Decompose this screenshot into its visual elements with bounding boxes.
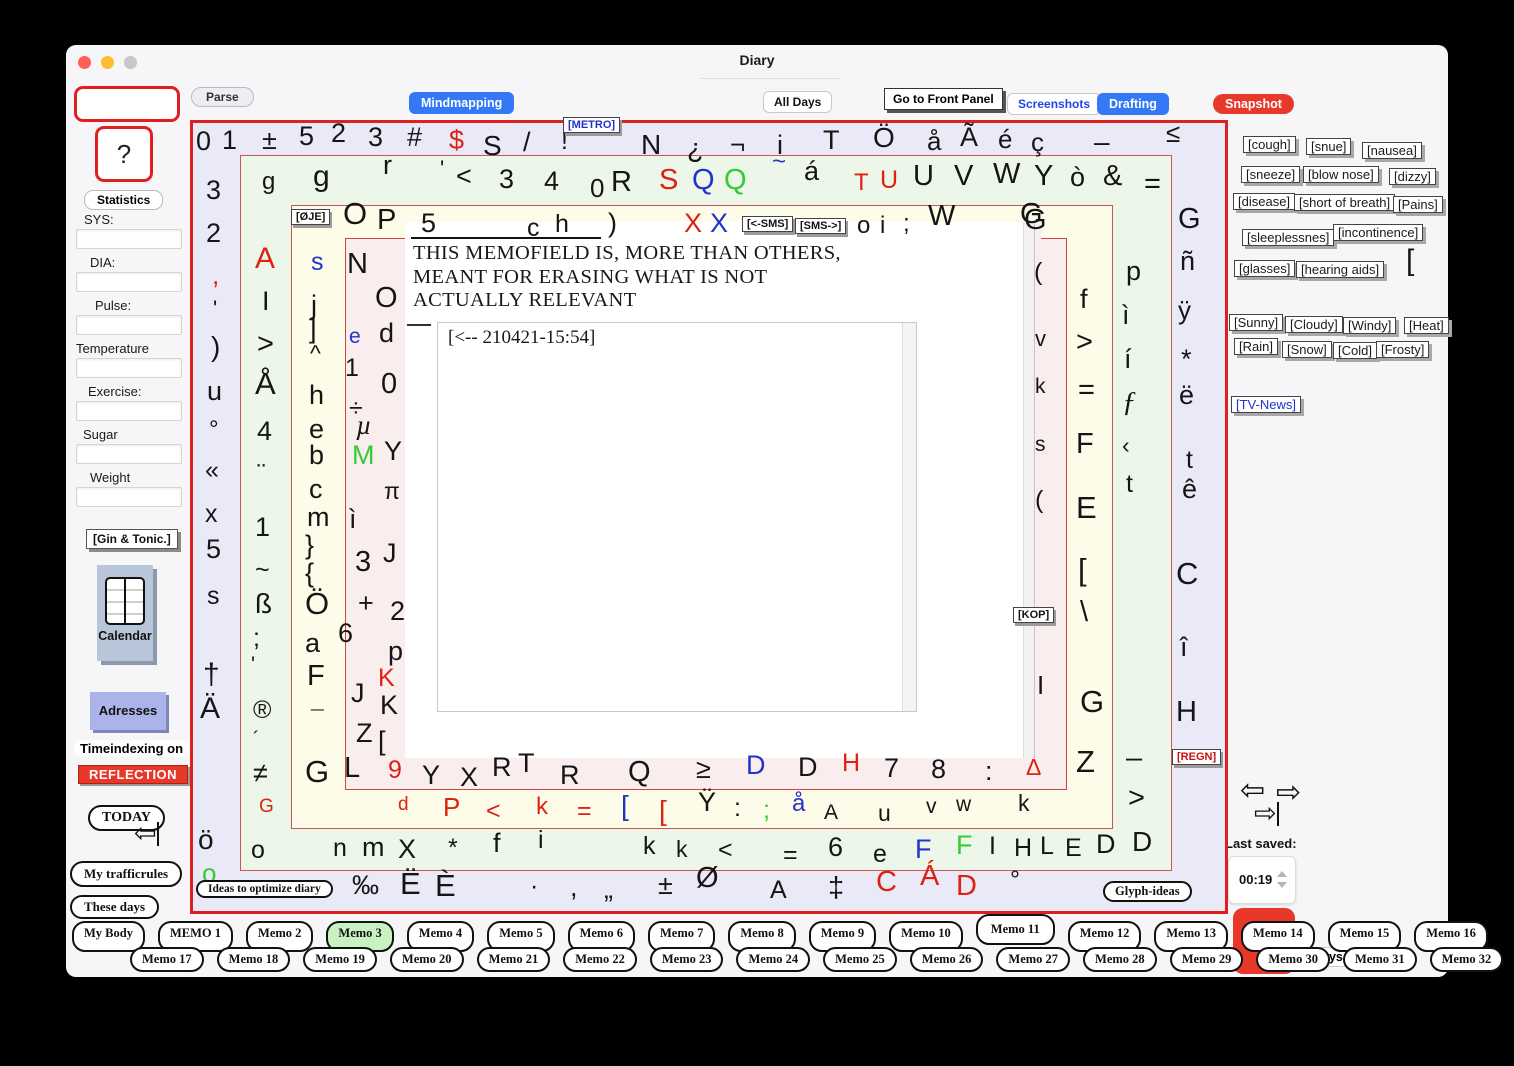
tv-news-button[interactable]: [TV-News]	[1231, 396, 1301, 413]
tag-windy[interactable]: [Windy]	[1343, 317, 1396, 334]
tag-blow-nose[interactable]: [blow nose]	[1303, 166, 1379, 183]
memo-button-memo-29[interactable]: Memo 29	[1170, 947, 1244, 972]
glyph-ideas-button[interactable]: Glyph-ideas	[1103, 881, 1192, 902]
memo-button-memo-31[interactable]: Memo 31	[1343, 947, 1417, 972]
memo-button-memo-22[interactable]: Memo 22	[563, 947, 637, 972]
memo-row-2: Memo 17 Memo 18 Memo 19 Memo 20 Memo 21 Memo …	[130, 947, 1503, 972]
canvas-tag-øje[interactable]: [ØJE]	[291, 209, 330, 225]
tag-sleeplessnes[interactable]: [sleeplessnes]	[1242, 229, 1334, 246]
memo-button-memo-25[interactable]: Memo 25	[823, 947, 897, 972]
memo-button-memo-24[interactable]: Memo 24	[736, 947, 810, 972]
memo-button-memo-28[interactable]: Memo 28	[1083, 947, 1157, 972]
canvas-labels: [METRO] [ØJE] [<-SMS][SMS->] [KOP] [REGN]	[0, 0, 1514, 1066]
memo-button-memo-27[interactable]: Memo 27	[996, 947, 1070, 972]
tag-rain[interactable]: [Rain]	[1234, 338, 1278, 355]
tag-snow[interactable]: [Snow]	[1282, 341, 1332, 358]
tag-short-of-breath[interactable]: [short of breath]	[1294, 194, 1395, 211]
memo-button-memo-32[interactable]: Memo 32	[1430, 947, 1504, 972]
screen: Diary Parse Mindmapping All Days Go to F…	[0, 0, 1514, 1066]
tag-snue[interactable]: [snue]	[1306, 138, 1351, 155]
tag-nausea[interactable]: [nausea]	[1362, 142, 1422, 159]
memo-button-memo-17[interactable]: Memo 17	[130, 947, 204, 972]
memo-button-memo-19[interactable]: Memo 19	[303, 947, 377, 972]
tag-sneeze[interactable]: [sneeze]	[1241, 166, 1300, 183]
memo-button-memo-11[interactable]: Memo 11	[976, 914, 1055, 945]
tag-cough[interactable]: [cough]	[1243, 136, 1296, 153]
tag-disease[interactable]: [disease]	[1233, 193, 1295, 210]
tag-sunny[interactable]: [Sunny]	[1229, 314, 1283, 331]
tag-pains[interactable]: [Pains]	[1393, 196, 1443, 213]
canvas-tag-sms[interactable]: [<-SMS]	[742, 216, 793, 232]
ideas-to-optimize-diary-button[interactable]: Ideas to optimize diary	[196, 880, 333, 898]
tag-hearing-aids[interactable]: [hearing aids]	[1296, 261, 1384, 278]
tag-dizzy[interactable]: [dizzy]	[1389, 168, 1436, 185]
memo-button-memo-30[interactable]: Memo 30	[1256, 947, 1330, 972]
tag-heat[interactable]: [Heat]	[1404, 317, 1449, 334]
tag-glasses[interactable]: [glasses]	[1234, 260, 1295, 277]
memo-button-memo-20[interactable]: Memo 20	[390, 947, 464, 972]
memo-button-memo-23[interactable]: Memo 23	[650, 947, 724, 972]
memo-button-memo-26[interactable]: Memo 26	[910, 947, 984, 972]
canvas-tag-metro[interactable]: [METRO]	[563, 117, 620, 133]
canvas-tag-kop[interactable]: [KOP]	[1013, 607, 1054, 623]
tag-cold[interactable]: [Cold]	[1333, 342, 1377, 359]
tag-frosty[interactable]: [Frosty]	[1376, 341, 1429, 358]
memo-button-memo-18[interactable]: Memo 18	[217, 947, 291, 972]
canvas-tag-sms[interactable]: [SMS->]	[795, 218, 846, 234]
canvas-tag-regn[interactable]: [REGN]	[1172, 749, 1221, 765]
tag-incontinence[interactable]: [incontinence]	[1333, 224, 1423, 241]
memo-button-memo-21[interactable]: Memo 21	[477, 947, 551, 972]
tag-cloudy[interactable]: [Cloudy]	[1285, 316, 1343, 333]
